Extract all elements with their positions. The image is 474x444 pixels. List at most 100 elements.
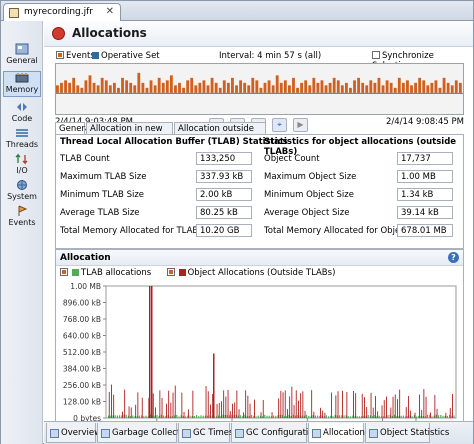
object-bar	[346, 391, 348, 418]
help-icon[interactable]: ?	[448, 252, 459, 263]
timeline-bar	[397, 77, 401, 93]
timeline-bar	[251, 77, 255, 93]
min-object-size-label: Minimum Object Size	[264, 190, 354, 200]
tlab-bar	[339, 415, 341, 418]
tlab-bar	[178, 416, 180, 418]
tab-label: Overview	[61, 428, 102, 438]
object-bar	[322, 410, 324, 418]
editor-tab-recording[interactable]: myrecording.jfr ✕	[3, 3, 121, 21]
tlab-bar	[145, 415, 147, 418]
tab-icon	[312, 429, 321, 438]
tlab-bar	[431, 416, 433, 418]
sidebar-item-io[interactable]: I/O	[3, 153, 41, 177]
object-bar	[397, 399, 398, 418]
object-checkbox[interactable]	[166, 268, 175, 276]
tlab-bar	[308, 416, 310, 418]
avg-object-size-value: 39.14 kB	[397, 206, 453, 219]
tab-overview[interactable]: Overview	[46, 423, 101, 443]
tab-gc-configuration[interactable]: GC Configuration	[231, 423, 319, 443]
events-timeline[interactable]	[55, 63, 464, 115]
events-toggle[interactable]: Events	[56, 51, 95, 61]
sidebar-item-general[interactable]: General	[3, 43, 41, 69]
timeline-bar	[117, 87, 120, 93]
tlab-bar	[317, 415, 319, 418]
timeline-bar	[72, 77, 76, 93]
object-bar	[434, 394, 436, 418]
object-peak-bar	[213, 353, 215, 418]
object-bar	[188, 409, 189, 418]
timeline-baseline	[56, 92, 463, 94]
operative-set-toggle[interactable]: Operative Set	[92, 51, 160, 61]
timeline-bar	[450, 85, 454, 93]
timeline-bar	[422, 80, 426, 93]
sidebar-item-events[interactable]: Events	[3, 205, 41, 229]
object-bar	[183, 411, 185, 418]
max-tlab-size-value: 337.93 kB	[196, 170, 252, 183]
timeline-bar	[92, 82, 96, 93]
object-bar	[161, 397, 163, 418]
object-bar	[254, 399, 255, 418]
object-bar	[300, 393, 302, 418]
tlab-bar	[343, 415, 345, 418]
timeline-bar	[369, 80, 373, 93]
tab-gc-times[interactable]: GC Times	[178, 423, 233, 443]
tlab-bar	[356, 416, 358, 418]
timeline-bar	[243, 82, 247, 93]
object-bar	[130, 407, 132, 418]
tlab-bar	[198, 416, 200, 418]
object-bar	[192, 390, 194, 418]
sidebar-item-system[interactable]: System	[3, 179, 41, 203]
timeline-bar	[283, 80, 287, 93]
close-icon[interactable]: ✕	[106, 6, 114, 17]
timeline-bar	[401, 82, 405, 93]
tab-allocations[interactable]: Allocations	[308, 423, 369, 443]
editor-tab-label: myrecording.jfr	[24, 7, 93, 17]
object-bar	[137, 392, 139, 418]
timeline-bar	[222, 80, 226, 93]
object-bar	[386, 396, 387, 418]
object-bar	[225, 396, 227, 418]
y-tick-label: 512.00 kB	[63, 348, 101, 357]
object-bar	[394, 394, 396, 418]
sidebar-item-memory[interactable]: Memory	[3, 71, 41, 97]
timeline-bar	[365, 85, 369, 93]
total-tlab-value: 10.20 GB	[196, 224, 252, 237]
sidebar-item-threads[interactable]: Threads	[3, 127, 41, 151]
object-bar	[227, 389, 229, 418]
tab-object-statistics[interactable]: Object Statistics	[365, 423, 449, 443]
object-bar	[423, 389, 425, 418]
sidebar: General Memory Code Threads I/O System E…	[1, 21, 43, 444]
application-window: myrecording.jfr ✕ General Memory Code Th…	[0, 0, 474, 444]
tlab-bar	[347, 416, 349, 418]
object-bar	[207, 391, 209, 418]
object-bar	[324, 412, 326, 418]
allocation-chart[interactable]: 1.00 MB 896.00 kB 768.00 kB 640.00 kB 512.00…	[56, 280, 463, 438]
timeline-bar	[121, 77, 124, 93]
object-bar	[172, 392, 174, 418]
timeline-bar	[60, 82, 63, 93]
timeline-bar	[108, 85, 112, 93]
timeline-bar	[76, 85, 80, 93]
events-checkbox[interactable]	[56, 51, 64, 59]
tlab-bar	[114, 415, 116, 418]
synchronize-checkbox[interactable]	[372, 51, 380, 59]
sidebar-item-code[interactable]: Code	[3, 101, 41, 125]
object-bar	[124, 389, 126, 418]
timeline-bar	[153, 85, 157, 93]
timeline-bar	[165, 80, 169, 93]
object-bar	[289, 396, 291, 418]
object-bar	[375, 395, 376, 418]
timeline-bar	[438, 87, 442, 93]
threads-icon	[16, 129, 28, 137]
tlab-checkbox[interactable]	[60, 268, 68, 276]
tlab-bar	[240, 415, 242, 418]
main-content: Allocations Events Operative Set Interva…	[44, 21, 473, 444]
object-bar	[260, 412, 262, 418]
tab-garbage-collections[interactable]: Garbage Collections	[97, 423, 198, 443]
tlab-bar	[275, 415, 277, 418]
object-bar	[287, 409, 288, 418]
code-icon	[17, 103, 27, 111]
min-tlab-size-label: Minimum TLAB Size	[60, 190, 145, 200]
object-bar	[108, 391, 110, 418]
timeline-bar	[235, 85, 238, 93]
